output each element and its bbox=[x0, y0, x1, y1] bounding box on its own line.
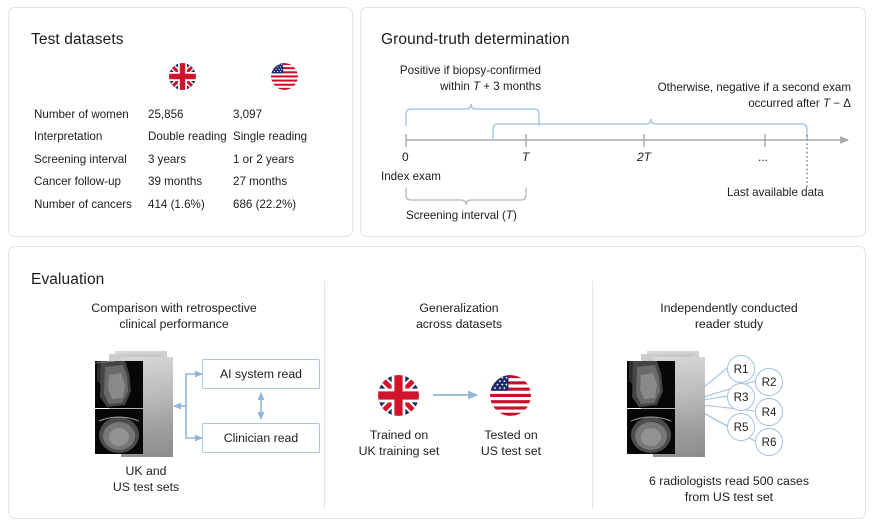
var-T: T bbox=[506, 209, 513, 222]
brace-screening-interval bbox=[406, 188, 526, 205]
panel-evaluation: Evaluation Comparison with retrospective… bbox=[8, 246, 866, 519]
mammogram-image-cc bbox=[627, 409, 675, 454]
panel-ground-truth-determination: Ground-truth determination Positive if b… bbox=[360, 7, 866, 237]
caption-uk-us-test-sets: UK and US test sets bbox=[71, 463, 221, 495]
cell-us: 3,097 bbox=[233, 108, 333, 121]
axis-label-T: T bbox=[522, 150, 529, 164]
row-label: Number of women bbox=[34, 108, 148, 121]
page-title-test-datasets: Test datasets bbox=[31, 31, 124, 49]
row-label: Interpretation bbox=[34, 130, 148, 143]
panel-test-datasets: Test datasets bbox=[8, 7, 353, 237]
datasets-table: Number of women 25,856 3,097 Interpretat… bbox=[34, 103, 333, 216]
mammogram-image-mlo bbox=[627, 361, 675, 408]
cell-uk: 414 (1.6%) bbox=[148, 198, 233, 211]
table-row: Screening interval 3 years 1 or 2 years bbox=[34, 148, 333, 171]
last-available-data-label: Last available data bbox=[727, 185, 824, 201]
reader-badge-r6: R6 bbox=[755, 428, 783, 456]
row-label: Number of cancers bbox=[34, 198, 148, 211]
section-heading-reader-study: Independently conducted reader study bbox=[609, 300, 849, 332]
cell-uk: Double reading bbox=[148, 130, 233, 143]
cell-us: Single reading bbox=[233, 130, 333, 143]
cell-uk: 25,856 bbox=[148, 108, 233, 121]
cell-us: 27 months bbox=[233, 175, 333, 188]
table-row: Number of cancers 414 (1.6%) 686 (22.2%) bbox=[34, 193, 333, 216]
row-label: Cancer follow-up bbox=[34, 175, 148, 188]
reader-badge-r5: R5 bbox=[727, 413, 755, 441]
caption-reader-study: 6 radiologists read 500 cases from US te… bbox=[609, 473, 849, 505]
cell-us: 1 or 2 years bbox=[233, 153, 333, 166]
reader-badge-r3: R3 bbox=[727, 383, 755, 411]
connector-to-clinician-box bbox=[186, 406, 202, 438]
uk-flag-icon bbox=[169, 63, 196, 90]
index-exam-label: Index exam bbox=[381, 169, 441, 185]
cell-uk: 3 years bbox=[148, 153, 233, 166]
table-row: Cancer follow-up 39 months 27 months bbox=[34, 171, 333, 194]
cell-us: 686 (22.2%) bbox=[233, 198, 333, 211]
brace-negative-window bbox=[493, 119, 807, 139]
section-heading-generalization: Generalization across datasets bbox=[339, 300, 579, 332]
brace-positive-window bbox=[406, 104, 539, 126]
axis-label-0: 0 bbox=[402, 150, 409, 164]
reader-badge-r4: R4 bbox=[755, 398, 783, 426]
axis-label-ellipsis: ... bbox=[758, 150, 768, 164]
table-row: Number of women 25,856 3,097 bbox=[34, 103, 333, 126]
row-label: Screening interval bbox=[34, 153, 148, 166]
mammogram-stack-reader-study bbox=[621, 351, 729, 459]
ai-system-read-box[interactable]: AI system read bbox=[202, 359, 320, 389]
reader-badge-r1: R1 bbox=[727, 355, 755, 383]
caption-tested-on-us: Tested on US test set bbox=[455, 427, 567, 459]
connector-to-ai-box bbox=[186, 374, 202, 406]
cell-uk: 39 months bbox=[148, 175, 233, 188]
reader-badge-r2: R2 bbox=[755, 368, 783, 396]
us-flag-icon bbox=[490, 375, 531, 416]
axis-label-2T: 2T bbox=[637, 150, 651, 164]
clinician-read-box[interactable]: Clinician read bbox=[202, 423, 320, 453]
timeline-graphic bbox=[361, 8, 867, 238]
uk-flag-icon bbox=[378, 375, 419, 416]
caption-trained-on-uk: Trained on UK training set bbox=[339, 427, 459, 459]
us-flag-icon bbox=[271, 63, 298, 90]
table-row: Interpretation Double reading Single rea… bbox=[34, 126, 333, 149]
screening-interval-label: Screening interval (T) bbox=[406, 208, 517, 224]
